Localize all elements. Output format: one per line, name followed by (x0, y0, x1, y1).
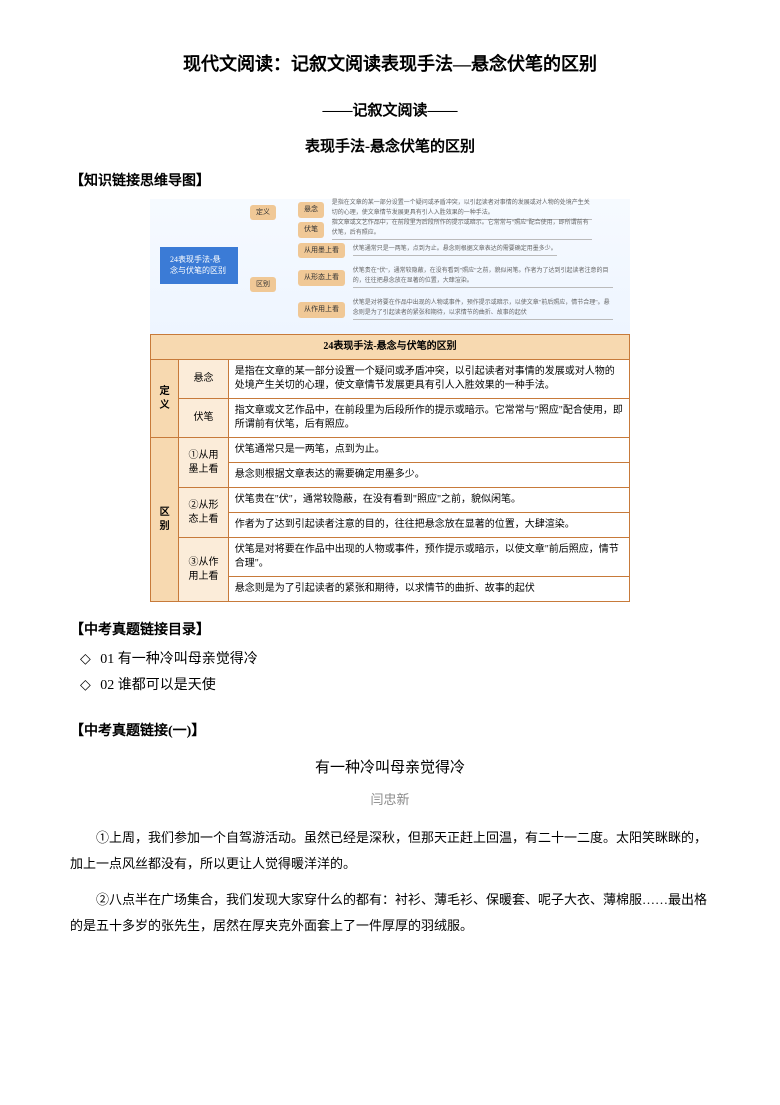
table-cell: 伏笔贵在"伏"，通常较隐蔽，在没有看到"照应"之前，貌似闲笔。 (228, 488, 629, 513)
mm-note: 伏笔贵在"伏"，通常较隐蔽，在没有看到"照应"之前，貌似闲笔。作者为了达到引起读… (353, 267, 613, 288)
table-cell: 悬念则是为了引起读者的紧张和期待，以求情节的曲折、故事的起伏 (228, 577, 629, 602)
mm-note: 伏笔通常只是一两笔，点到为止。悬念则根据文章表达的需要确定用墨多少。 (353, 245, 557, 257)
table-group-diff: 区别 (151, 438, 179, 602)
section-toc-label: 【中考真题链接目录】 (70, 620, 710, 642)
table-cell: 伏笔通常只是一两笔，点到为止。 (228, 438, 629, 463)
table-cell: 是指在文章的某一部分设置一个疑问或矛盾冲突，以引起读者对事情的发展或对人物的处境… (228, 360, 629, 399)
table-title: 24表现手法-悬念与伏笔的区别 (151, 335, 630, 360)
mm-node-diff: 区别 (250, 277, 276, 292)
section-link1-label: 【中考真题链接(一)】 (70, 721, 710, 743)
diamond-icon: ◇ (80, 649, 91, 671)
mindmap-figure: 24表现手法-悬念与伏笔的区别 定义 悬念 是指在文章的某一部分设置一个疑问或矛… (150, 199, 630, 602)
section-mindmap-label: 【知识链接思维导图】 (70, 171, 710, 193)
paragraph: ②八点半在广场集合，我们发现大家穿什么的都有：衬衫、薄毛衫、保暖套、呢子大衣、薄… (70, 887, 710, 939)
mm-note: 指文章或文艺作品中，在前段里为后段所作的提示或暗示。它常常与"照应"配合使用，即… (332, 219, 592, 240)
comparison-table: 24表现手法-悬念与伏笔的区别 定义 悬念 是指在文章的某一部分设置一个疑问或矛… (150, 334, 630, 602)
article-title: 有一种冷叫母亲觉得冷 (70, 756, 710, 780)
toc-item: ◇ 01 有一种冷叫母亲觉得冷 (80, 649, 710, 671)
main-title: 现代文阅读：记叙文阅读表现手法—悬念伏笔的区别 (70, 50, 710, 79)
table-sub: ②从形态上看 (179, 488, 228, 538)
mm-note: 是指在文章的某一部分设置一个疑问或矛盾冲突，以引起读者对事情的发展或对人物的处境… (332, 199, 592, 220)
table-cell: 指文章或文艺作品中，在前段里为后段所作的提示或暗示。它常常与"照应"配合使用，即… (228, 399, 629, 438)
paragraph: ①上周，我们参加一个自驾游活动。虽然已经是深秋，但那天正赶上回温，有二十一二度。… (70, 825, 710, 877)
sub-title-1: ——记叙文阅读—— (70, 99, 710, 123)
toc-text: 谁都可以是天使 (118, 678, 216, 693)
toc-item: ◇ 02 谁都可以是天使 (80, 675, 710, 697)
sub-title-2: 表现手法-悬念伏笔的区别 (70, 135, 710, 159)
mindmap-root: 24表现手法-悬念与伏笔的区别 (160, 247, 238, 284)
mm-node-ink: 从用墨上看 (298, 243, 345, 258)
toc-text: 有一种冷叫母亲觉得冷 (118, 652, 258, 667)
table-cell: 作者为了达到引起读者注意的目的，往往把悬念放在显著的位置，大肆渲染。 (228, 513, 629, 538)
mm-node-foreshadow: 伏笔 (298, 222, 324, 237)
diamond-icon: ◇ (80, 675, 91, 697)
table-cell: 伏笔是对将要在作品中出现的人物或事件，预作提示或暗示，以使文章"前后照应，情节合… (228, 538, 629, 577)
toc-num: 02 (100, 678, 114, 693)
toc-num: 01 (100, 652, 114, 667)
mm-node-effect: 从作用上看 (298, 302, 345, 317)
article-author: 闫忠新 (70, 790, 710, 811)
table-sub: 伏笔 (179, 399, 228, 438)
mm-note: 伏笔是对将要在作品中出现的人物或事件，预作提示或暗示，以使文章"前后照应，情节合… (353, 299, 613, 320)
table-sub: ③从作用上看 (179, 538, 228, 602)
table-cell: 悬念则根据文章表达的需要确定用墨多少。 (228, 463, 629, 488)
table-sub: ①从用墨上看 (179, 438, 228, 488)
mm-node-def: 定义 (250, 205, 276, 220)
mm-node-suspense: 悬念 (298, 202, 324, 217)
table-group-def: 定义 (151, 360, 179, 438)
table-sub: 悬念 (179, 360, 228, 399)
mm-node-form: 从形态上看 (298, 270, 345, 285)
